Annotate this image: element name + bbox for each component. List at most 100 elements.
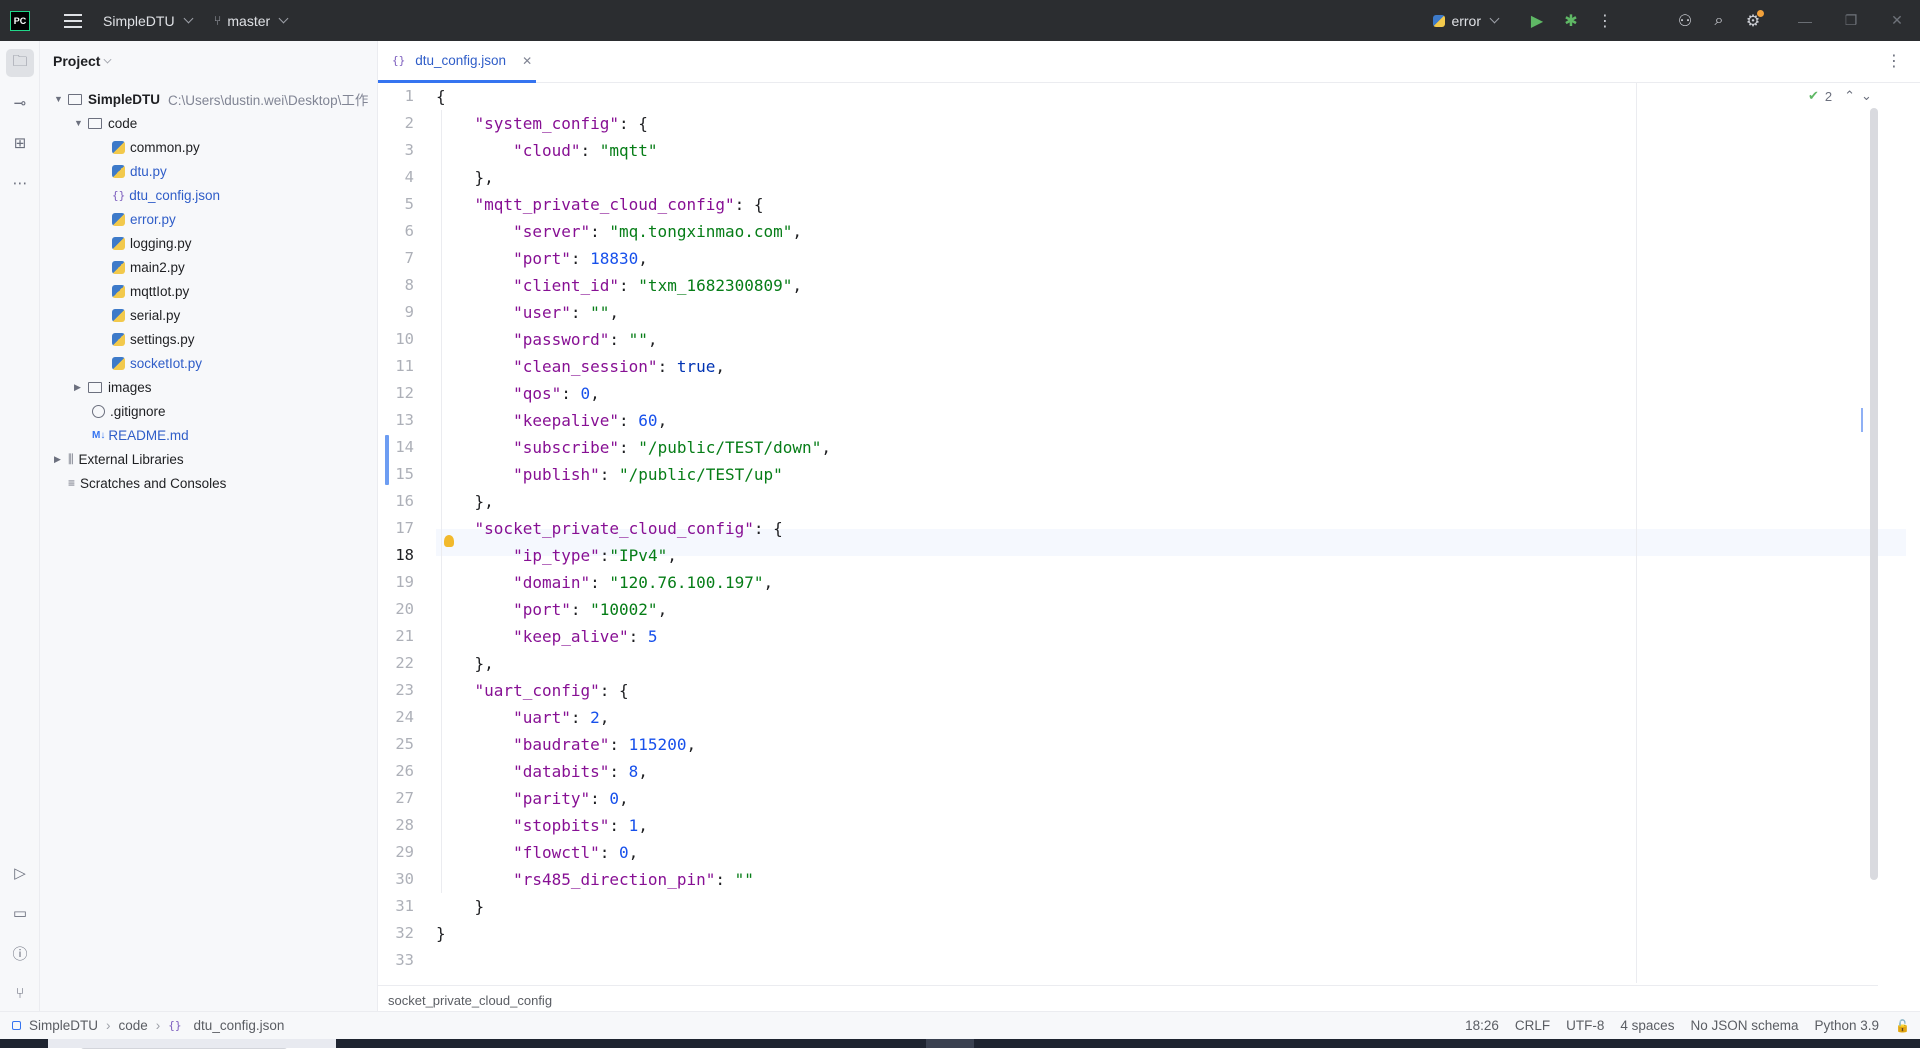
line-number[interactable]: 7: [378, 245, 414, 272]
commit-tool-icon[interactable]: ⊸: [6, 89, 34, 117]
file-encoding[interactable]: UTF-8: [1566, 1018, 1604, 1033]
tree-file[interactable]: error.py: [112, 207, 176, 231]
line-number[interactable]: 13: [378, 407, 414, 434]
line-number[interactable]: 19: [378, 569, 414, 596]
json-schema[interactable]: No JSON schema: [1690, 1018, 1798, 1033]
caret-position[interactable]: 18:26: [1465, 1018, 1499, 1033]
indent-setting[interactable]: 4 spaces: [1620, 1018, 1674, 1033]
debug-icon[interactable]: ✱: [1554, 4, 1588, 38]
tree-file[interactable]: common.py: [112, 135, 200, 159]
line-number[interactable]: 3: [378, 137, 414, 164]
taskbar-app[interactable]: [48, 1039, 336, 1048]
line-number[interactable]: 11: [378, 353, 414, 380]
line-number[interactable]: 8: [378, 272, 414, 299]
restore-window-icon[interactable]: ❐: [1828, 0, 1874, 41]
run-tool-icon[interactable]: ▷: [6, 859, 34, 887]
run-icon[interactable]: ▶: [1520, 4, 1554, 38]
branch-switcher[interactable]: ⑂ master: [214, 13, 289, 29]
python-file-icon: [112, 140, 125, 154]
python-file-icon: [112, 308, 125, 322]
line-number[interactable]: 20: [378, 596, 414, 623]
nav-crumb-file[interactable]: dtu_config.json: [194, 1018, 285, 1033]
code-editor[interactable]: { "system_config": { "cloud": "mqtt" }, …: [378, 83, 1906, 983]
project-tool-folder-icon[interactable]: 🗀: [6, 49, 34, 77]
line-number[interactable]: 6: [378, 218, 414, 245]
project-switcher[interactable]: SimpleDTU: [103, 13, 194, 29]
line-number[interactable]: 10: [378, 326, 414, 353]
line-number[interactable]: 32: [378, 920, 414, 947]
tree-external-libraries[interactable]: ▶ ⫼ External Libraries: [54, 447, 184, 471]
search-icon[interactable]: ⌕: [1702, 4, 1736, 38]
tree-file[interactable]: serial.py: [112, 303, 180, 327]
code-with-me-icon[interactable]: ⚇: [1668, 4, 1702, 38]
line-number[interactable]: 5: [378, 191, 414, 218]
project-square-icon: [12, 1021, 21, 1030]
tree-scratches[interactable]: ≡ Scratches and Consoles: [68, 471, 226, 495]
nav-crumb-folder[interactable]: code: [119, 1018, 148, 1033]
taskbar-app[interactable]: [926, 1039, 974, 1048]
tab-label: dtu_config.json: [415, 53, 507, 68]
line-number[interactable]: 1: [378, 83, 414, 110]
minimize-window-icon[interactable]: —: [1782, 0, 1828, 41]
line-number[interactable]: 4: [378, 164, 414, 191]
nav-crumb-project[interactable]: SimpleDTU: [29, 1018, 98, 1033]
tree-file[interactable]: .gitignore: [92, 399, 166, 423]
close-tab-icon[interactable]: ✕: [522, 54, 532, 68]
more-tools-icon[interactable]: ⋯: [6, 169, 34, 197]
line-number[interactable]: 24: [378, 704, 414, 731]
python-interpreter[interactable]: Python 3.9: [1815, 1018, 1880, 1033]
more-actions-icon[interactable]: ⋮: [1588, 4, 1622, 38]
run-configuration-selector[interactable]: error: [1433, 13, 1500, 29]
project-panel: Project ▼ SimpleDTU C:\Users\dustin.wei\…: [40, 41, 378, 1049]
line-number[interactable]: 27: [378, 785, 414, 812]
tree-file[interactable]: logging.py: [112, 231, 192, 255]
line-number[interactable]: 15: [378, 461, 414, 488]
line-number[interactable]: 33: [378, 947, 414, 974]
tab-options-icon[interactable]: ⋮: [1886, 51, 1902, 71]
line-number[interactable]: 9: [378, 299, 414, 326]
tree-file[interactable]: M↓ README.md: [92, 423, 189, 447]
line-number[interactable]: 12: [378, 380, 414, 407]
tree-file[interactable]: settings.py: [112, 327, 195, 351]
lock-icon[interactable]: 🔓: [1895, 1019, 1910, 1033]
python-file-icon: [112, 332, 125, 346]
indent-guide: [441, 110, 442, 893]
tree-folder-code[interactable]: ▼ code: [74, 111, 137, 135]
project-panel-header[interactable]: Project: [40, 41, 377, 81]
line-number[interactable]: 25: [378, 731, 414, 758]
vertical-scrollbar[interactable]: [1870, 108, 1878, 880]
next-highlight-icon[interactable]: ⌄: [1861, 88, 1872, 104]
line-number[interactable]: 23: [378, 677, 414, 704]
structure-tool-icon[interactable]: ⊞: [6, 129, 34, 157]
line-number[interactable]: 21: [378, 623, 414, 650]
line-number[interactable]: 2: [378, 110, 414, 137]
settings-gear-icon[interactable]: ⚙: [1736, 4, 1770, 38]
line-number[interactable]: 31: [378, 893, 414, 920]
line-number[interactable]: 29: [378, 839, 414, 866]
line-number[interactable]: 17: [378, 515, 414, 542]
tree-file[interactable]: dtu.py: [112, 159, 167, 183]
line-number[interactable]: 26: [378, 758, 414, 785]
breadcrumb-item[interactable]: socket_private_cloud_config: [388, 993, 552, 1008]
previous-highlight-icon[interactable]: ⌃: [1844, 88, 1855, 104]
tree-root-simpledtu[interactable]: ▼ SimpleDTU C:\Users\dustin.wei\Desktop\…: [54, 87, 368, 111]
tree-file[interactable]: {} dtu_config.json: [112, 183, 220, 207]
line-number[interactable]: 14: [378, 434, 414, 461]
terminal-tool-icon[interactable]: ▭: [6, 899, 34, 927]
tree-file[interactable]: socketIot.py: [112, 351, 202, 375]
tree-file[interactable]: mqttIot.py: [112, 279, 189, 303]
line-number[interactable]: 30: [378, 866, 414, 893]
main-menu-icon[interactable]: [63, 11, 83, 31]
close-window-icon[interactable]: ✕: [1874, 0, 1920, 41]
line-number[interactable]: 16: [378, 488, 414, 515]
line-number[interactable]: 22: [378, 650, 414, 677]
line-number[interactable]: 18: [378, 542, 414, 569]
line-number[interactable]: 28: [378, 812, 414, 839]
tab-dtu-config-json[interactable]: {} dtu_config.json ✕: [378, 41, 536, 83]
inspection-widget[interactable]: ✔ 2 ⌃ ⌄: [1808, 88, 1872, 104]
problems-tool-icon[interactable]: ⓘ: [6, 939, 34, 967]
tree-folder-images[interactable]: ▶ images: [74, 375, 152, 399]
git-tool-icon[interactable]: ⑂: [6, 979, 34, 1007]
tree-file[interactable]: main2.py: [112, 255, 185, 279]
line-separator[interactable]: CRLF: [1515, 1018, 1550, 1033]
